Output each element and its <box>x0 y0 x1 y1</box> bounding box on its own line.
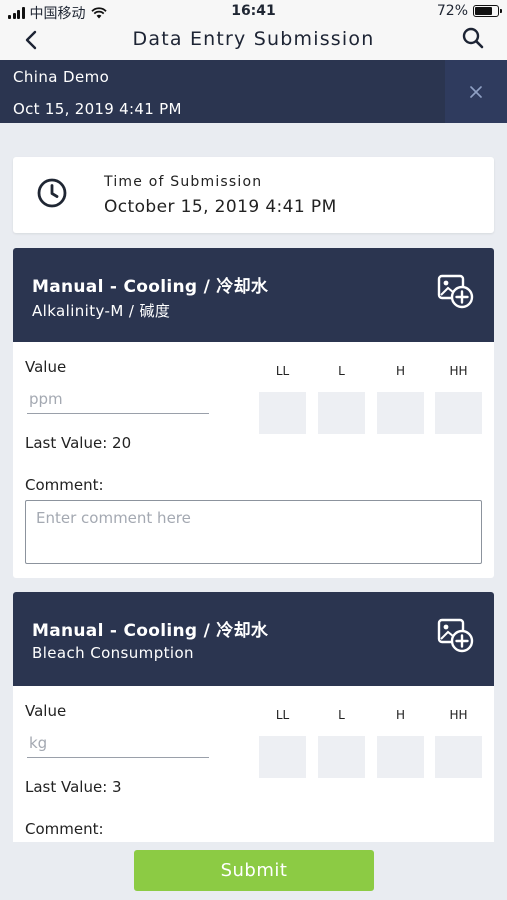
value-input[interactable] <box>27 384 209 414</box>
status-right: 72% <box>436 3 502 19</box>
limit-label-h: H <box>395 364 406 378</box>
entry-category: Manual - Cooling / 冷却水 <box>32 621 269 641</box>
limit-box-hh <box>435 392 482 434</box>
limit-label-ll: LL <box>275 708 290 722</box>
site-date: Oct 15, 2019 4:41 PM <box>13 100 182 118</box>
entry-parameter: Bleach Consumption <box>32 644 194 662</box>
submission-time-label: Time of Submission <box>104 174 263 190</box>
submission-time-value: October 15, 2019 4:41 PM <box>104 197 337 217</box>
status-bar: 中国移动 16:41 72% <box>0 0 507 24</box>
site-banner: China Demo Oct 15, 2019 4:41 PM <box>0 60 507 123</box>
comment-input[interactable] <box>25 500 482 564</box>
limit-box-h <box>377 392 424 434</box>
clock-icon <box>37 178 67 208</box>
limit-box-ll <box>259 736 306 778</box>
entry-header: Manual - Cooling / 冷却水 Bleach Consumptio… <box>13 592 494 686</box>
limit-label-l: L <box>338 708 345 722</box>
limit-label-ll: LL <box>275 364 290 378</box>
last-value: Last Value: 3 <box>25 778 122 796</box>
search-button[interactable] <box>461 26 485 52</box>
nav-bar: Data Entry Submission <box>0 24 507 60</box>
entry-category: Manual - Cooling / 冷却水 <box>32 277 269 297</box>
comment-label: Comment: <box>25 820 104 838</box>
entry-card-bleach: Manual - Cooling / 冷却水 Bleach Consumptio… <box>13 592 494 842</box>
page-title: Data Entry Submission <box>132 28 375 50</box>
entry-header: Manual - Cooling / 冷却水 Alkalinity-M / 碱度 <box>13 248 494 342</box>
search-icon <box>462 27 484 49</box>
limit-label-hh: HH <box>449 364 468 378</box>
value-label: Value <box>25 702 67 720</box>
value-input[interactable] <box>27 728 209 758</box>
submit-bar: Submit <box>0 842 507 900</box>
submit-button[interactable]: Submit <box>134 850 374 891</box>
battery-percent: 72% <box>436 3 468 19</box>
limit-label-h: H <box>395 708 406 722</box>
battery-icon <box>473 5 502 17</box>
form-content[interactable]: Time of Submission October 15, 2019 4:41… <box>0 123 507 842</box>
limit-box-h <box>377 736 424 778</box>
status-time: 16:41 <box>231 3 276 19</box>
add-photo-button[interactable] <box>437 617 475 655</box>
value-label: Value <box>25 358 67 376</box>
limit-box-l <box>318 392 365 434</box>
limit-label-l: L <box>338 364 345 378</box>
entry-body: Value LL L H HH Last Value: 3 Comment: <box>13 686 494 842</box>
entry-card-alkalinity: Manual - Cooling / 冷却水 Alkalinity-M / 碱度… <box>13 248 494 578</box>
close-button[interactable] <box>445 60 507 123</box>
limit-box-ll <box>259 392 306 434</box>
add-photo-button[interactable] <box>437 273 475 311</box>
add-photo-icon <box>437 618 474 653</box>
close-icon <box>470 85 482 98</box>
site-name: China Demo <box>13 68 110 86</box>
limit-box-l <box>318 736 365 778</box>
add-photo-icon <box>437 274 474 309</box>
entry-body: Value LL L H HH Last Value: 20 Comment: <box>13 342 494 578</box>
last-value: Last Value: 20 <box>25 434 132 452</box>
comment-label: Comment: <box>25 476 104 494</box>
entry-parameter: Alkalinity-M / 碱度 <box>32 302 171 320</box>
limit-label-hh: HH <box>449 708 468 722</box>
submission-time-card: Time of Submission October 15, 2019 4:41… <box>13 157 494 233</box>
limit-box-hh <box>435 736 482 778</box>
